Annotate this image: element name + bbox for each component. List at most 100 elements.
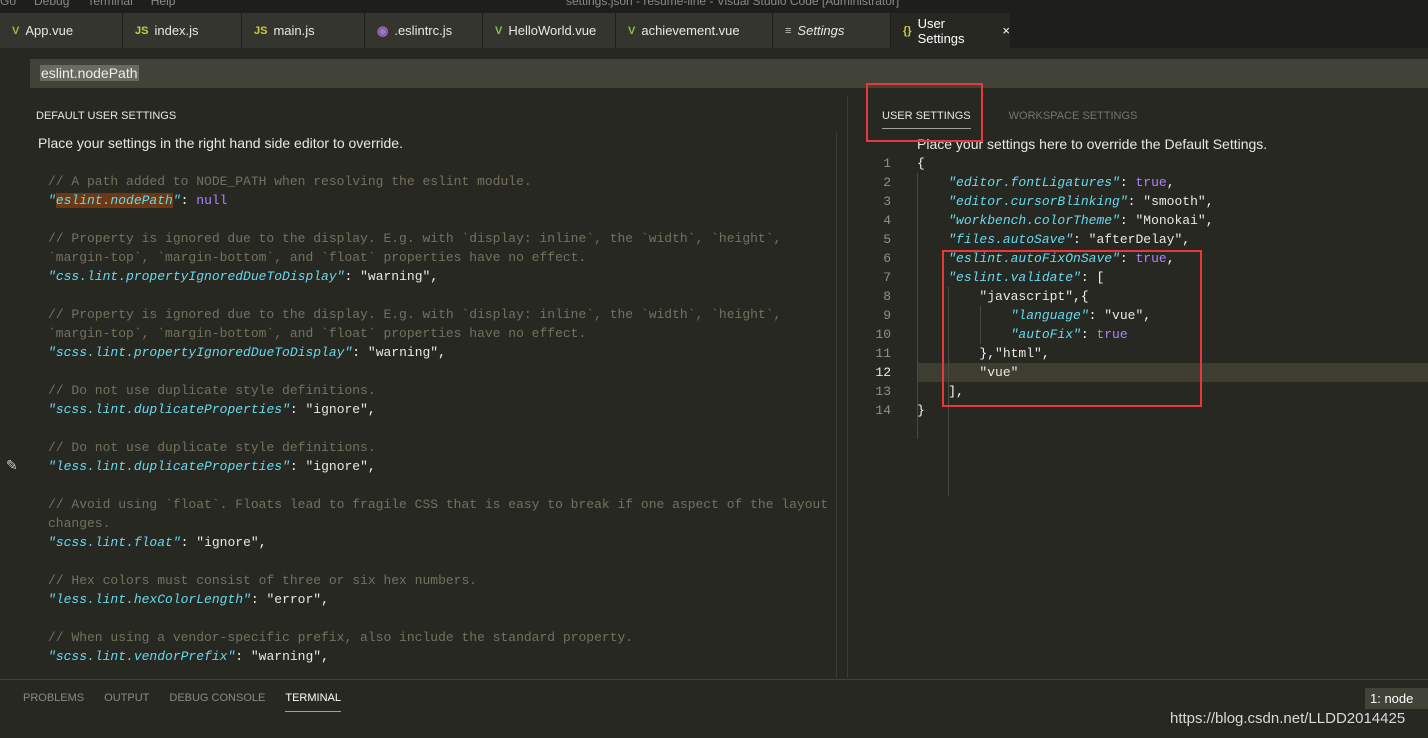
- colon: :: [235, 649, 251, 664]
- quote: ": [282, 402, 290, 417]
- token: "workbench.colorTheme": [948, 213, 1120, 228]
- eslint-icon: ◉: [377, 22, 389, 38]
- panel-tab-debug-console[interactable]: DEBUG CONSOLE: [169, 692, 265, 712]
- comma: ,: [321, 649, 329, 664]
- quote: ": [243, 592, 251, 607]
- tab-label: index.js: [154, 23, 199, 38]
- tab-label: achievement.vue: [641, 23, 740, 38]
- setting-key: scss.lint.duplicateProperties: [55, 402, 283, 417]
- setting-entry[interactable]: "eslint.nodePath": null: [48, 191, 828, 210]
- setting-value: "warning": [360, 269, 431, 284]
- line-number: 1: [883, 156, 891, 171]
- line-number: 8: [883, 289, 891, 304]
- setting-key: scss.lint.float: [55, 535, 173, 550]
- menu-go[interactable]: Go: [0, 0, 16, 8]
- quote: ": [48, 345, 56, 360]
- terminal-select[interactable]: 1: node: [1365, 688, 1428, 709]
- setting-entry[interactable]: "less.lint.duplicateProperties": "ignore…: [48, 457, 828, 476]
- token: :: [1127, 194, 1144, 209]
- tab-helloworld-vue[interactable]: V HelloWorld.vue: [483, 13, 616, 48]
- menu-help[interactable]: Help: [151, 0, 176, 8]
- setting-key: css.lint.propertyIgnoredDueToDisplay: [55, 269, 337, 284]
- line-number: 9: [883, 308, 891, 323]
- code-line: "files.autoSave": "afterDelay",: [917, 230, 1214, 249]
- line-number: 10: [875, 327, 891, 342]
- setting-entry[interactable]: "scss.lint.float": "ignore",: [48, 533, 828, 552]
- tab-app-vue[interactable]: V App.vue: [0, 13, 123, 48]
- panel-tab-problems[interactable]: PROBLEMS: [23, 692, 84, 712]
- menu-terminal[interactable]: Terminal: [87, 0, 132, 8]
- quote: ": [172, 193, 181, 208]
- comma: ,: [367, 459, 376, 474]
- tab-label: HelloWorld.vue: [508, 23, 597, 38]
- close-icon[interactable]: ×: [1002, 23, 1010, 38]
- token: :: [1073, 232, 1089, 247]
- comma: ,: [367, 402, 376, 417]
- token: "afterDelay": [1088, 232, 1183, 247]
- default-settings-description: Place your settings in the right hand si…: [38, 135, 403, 151]
- setting-value: "ignore": [305, 459, 368, 474]
- panel-tab-terminal[interactable]: TERMINAL: [285, 692, 341, 712]
- setting-value: "warning": [367, 345, 439, 360]
- comma: ,: [438, 345, 446, 360]
- scrollbar[interactable]: [836, 132, 846, 678]
- settings-search-input[interactable]: eslint.nodePath: [30, 59, 1428, 88]
- token: :: [1119, 213, 1136, 228]
- tab-label: App.vue: [25, 23, 74, 38]
- quote: ": [282, 459, 290, 474]
- quote: ": [48, 592, 56, 607]
- tab-achievement-vue[interactable]: Vachievement.vue: [616, 13, 773, 48]
- window-title: settings.json - resume-line - Visual Stu…: [566, 0, 900, 8]
- token: true: [1135, 175, 1167, 190]
- code-line: {: [917, 154, 1214, 173]
- annotation-box: [866, 83, 983, 142]
- token: "smooth": [1143, 194, 1206, 209]
- tab-label: User Settings: [917, 15, 965, 46]
- setting-key: scss.lint.vendorPrefix: [55, 649, 228, 664]
- token: }: [917, 403, 925, 418]
- token: "editor.cursorBlinking": [948, 194, 1128, 209]
- tab-index-js[interactable]: JS index.js: [123, 13, 242, 48]
- pencil-edit-icon[interactable]: ✎: [6, 457, 18, 474]
- tab-eslintrc-js[interactable]: ◉ .eslintrc.js: [365, 13, 483, 48]
- colon: :: [180, 535, 197, 550]
- tab-main-js[interactable]: JS main.js: [242, 13, 365, 48]
- setting-entry[interactable]: "scss.lint.propertyIgnoredDueToDisplay":…: [48, 343, 828, 362]
- line-number: 12: [875, 365, 891, 380]
- setting-entry[interactable]: "scss.lint.duplicateProperties": "ignore…: [48, 400, 828, 419]
- line-number: 11: [875, 346, 891, 361]
- line-number: 14: [875, 403, 891, 418]
- quote: ": [48, 402, 56, 417]
- setting-value: "error": [266, 592, 322, 607]
- search-query: eslint.nodePath: [40, 65, 139, 81]
- setting-entry[interactable]: "less.lint.hexColorLength": "error",: [48, 590, 828, 609]
- setting-entry[interactable]: "css.lint.propertyIgnoredDueToDisplay": …: [48, 267, 828, 286]
- js-icon: JS: [135, 24, 149, 37]
- panel-tabs: PROBLEMS OUTPUT DEBUG CONSOLE TERMINAL: [23, 692, 341, 712]
- setting-entry[interactable]: "scss.lint.vendorPrefix": "warning",: [48, 647, 828, 666]
- setting-value: "warning": [250, 649, 322, 664]
- setting-comment: // Property is ignored due to the displa…: [48, 231, 782, 246]
- tab-workspace-settings[interactable]: WORKSPACE SETTINGS: [1009, 110, 1138, 129]
- quote: ": [172, 535, 181, 550]
- menu-debug[interactable]: Debug: [34, 0, 69, 8]
- colon: :: [180, 193, 197, 208]
- comma: ,: [321, 592, 329, 607]
- menu-bar: Go Debug Terminal Help: [0, 0, 175, 8]
- watermark: https://blog.csdn.net/LLDD2014425: [1170, 710, 1406, 727]
- panel-tab-output[interactable]: OUTPUT: [104, 692, 149, 712]
- setting-comment: // Hex colors must consist of three or s…: [48, 573, 478, 588]
- tab-settings[interactable]: ≡ Settings: [773, 13, 891, 48]
- tab-user-settings[interactable]: {} User Settings ×: [891, 13, 1011, 48]
- setting-comment: // Property is ignored due to the displa…: [48, 307, 782, 322]
- token: "editor.fontLigatures": [948, 175, 1120, 190]
- setting-comment: // When using a vendor-specific prefix, …: [48, 630, 634, 645]
